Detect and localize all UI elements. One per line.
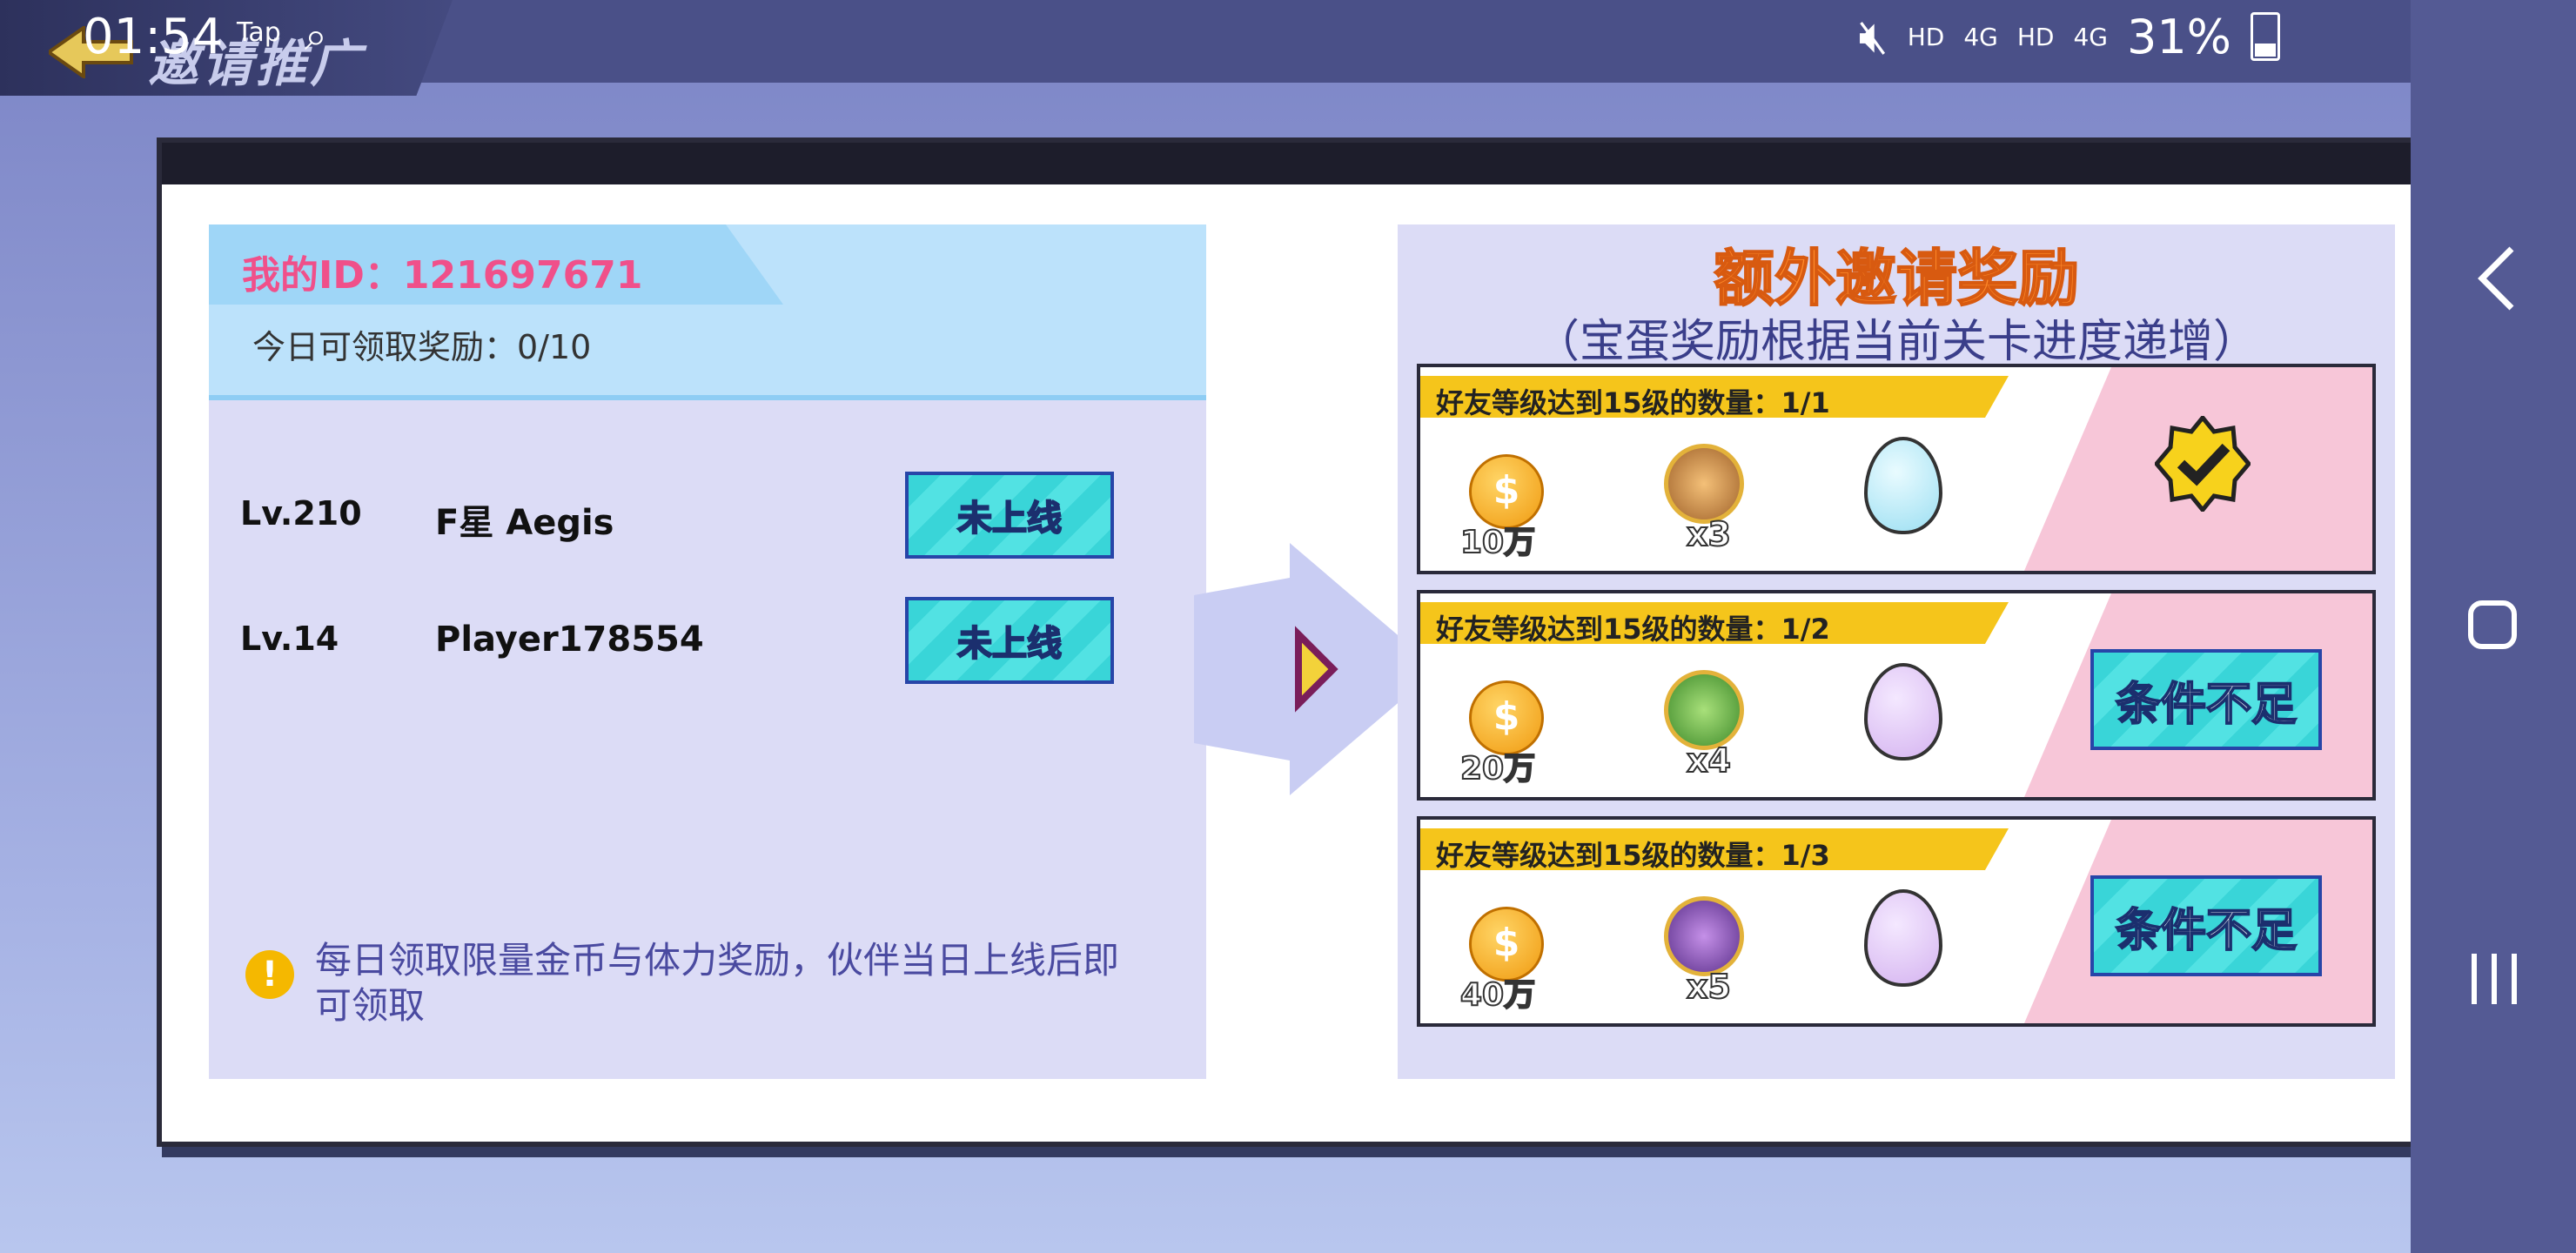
friend-list-section: 我的ID：121697671 今日可领取奖励：0/10 Lv.210 F星 Ae… (209, 224, 1206, 1079)
condition-not-met-button[interactable]: 条件不足 (2090, 649, 2322, 750)
pet-portrait-icon (1664, 896, 1744, 976)
reward-condition: 好友等级达到15级的数量：1/3 (1420, 828, 2009, 870)
search-icon: ⌕ (305, 12, 327, 59)
condition-not-met-button[interactable]: 条件不足 (2090, 875, 2322, 976)
condition-text: 好友等级达到15级的数量：1/2 (1436, 613, 1830, 646)
friend-name: Player178554 (435, 620, 704, 660)
coin-amount: 20万 (1459, 750, 1536, 787)
panel-top-border (162, 143, 2425, 184)
offline-status-button[interactable]: 未上线 (905, 472, 1114, 559)
warning-icon: ! (245, 950, 294, 999)
battery-icon (2251, 12, 2280, 61)
purple-egg-icon (1864, 663, 1942, 761)
mute-icon: 🔇︎ (1858, 9, 1888, 64)
friend-level: Lv.210 (240, 494, 362, 533)
tap-app-icon: Tap (237, 17, 281, 48)
nav-recent-apps-icon[interactable] (2468, 948, 2520, 1009)
reward-card: 好友等级达到15级的数量：1/2 $ 20万 x4 条件不足 (1417, 590, 2376, 801)
pet-multiplier: x4 (1686, 740, 1732, 781)
purple-egg-icon (1864, 889, 1942, 987)
pet-multiplier: x5 (1686, 967, 1732, 1007)
pet-portrait-icon (1664, 670, 1744, 750)
friend-level: Lv.14 (240, 620, 339, 658)
my-id: 我的ID：121697671 (242, 253, 643, 298)
friend-list-header: 我的ID：121697671 今日可领取奖励：0/10 (209, 224, 1206, 400)
blue-egg-icon (1864, 437, 1942, 534)
invite-panel: 我的ID：121697671 今日可领取奖励：0/10 Lv.210 F星 Ae… (157, 137, 2430, 1147)
coin-amount: 10万 (1459, 524, 1536, 561)
network-label-1: 4G (1963, 22, 1998, 51)
reward-condition: 好友等级达到15级的数量：1/1 (1420, 376, 2009, 418)
nav-back-icon[interactable] (2472, 244, 2524, 313)
condition-text: 好友等级达到15级的数量：1/1 (1436, 386, 1830, 419)
nav-home-icon[interactable] (2468, 600, 2517, 649)
hd-label-1: HD (1907, 22, 1945, 51)
reward-card: 好友等级达到15级的数量：1/3 $ 40万 x5 条件不足 (1417, 816, 2376, 1027)
condition-text: 好友等级达到15级的数量：1/3 (1436, 839, 1830, 872)
reward-condition: 好友等级达到15级的数量：1/2 (1420, 602, 2009, 644)
network-label-2: 4G (2073, 22, 2108, 51)
friend-name: F星 Aegis (435, 503, 614, 543)
pet-portrait-icon (1664, 444, 1744, 524)
extra-reward-section: 额外邀请奖励 （宝蛋奖励根据当前关卡进度递增） 好友等级达到15级的数量：1/1… (1398, 224, 2395, 1079)
claimed-check-icon (2155, 416, 2251, 512)
pet-multiplier: x3 (1686, 514, 1732, 554)
note-text: 每日领取限量金币与体力奖励，伙伴当日上线后即可领取 (315, 939, 1120, 1027)
hd-label-2: HD (2016, 22, 2055, 51)
reward-card: 好友等级达到15级的数量：1/1 $ 10万 x3 (1417, 364, 2376, 574)
status-bar: 01:54 Tap ⌕ 🔇︎ HD 4G HD 4G 31% (0, 0, 2576, 73)
reward-subtitle: （宝蛋奖励根据当前关卡进度递增） (1533, 316, 2258, 368)
offline-status-button[interactable]: 未上线 (905, 597, 1114, 684)
battery-percent: 31% (2126, 9, 2231, 64)
friend-row: Lv.14 Player178554 未上线 (209, 597, 1206, 684)
friend-row: Lv.210 F星 Aegis 未上线 (209, 472, 1206, 559)
today-claimable: 今日可领取奖励：0/10 (252, 328, 592, 366)
status-time: 01:54 (83, 9, 224, 65)
coin-amount: 40万 (1459, 976, 1536, 1014)
status-indicators: 🔇︎ HD 4G HD 4G 31% (1859, 9, 2280, 64)
